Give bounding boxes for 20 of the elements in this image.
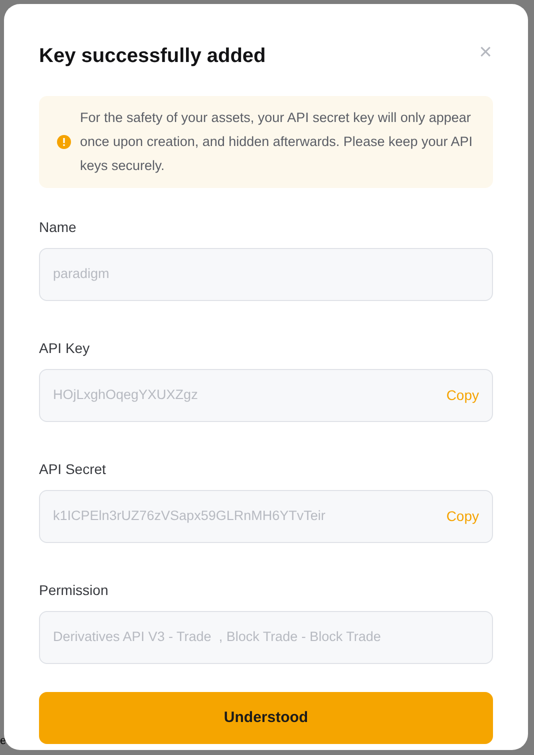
background-text: e — [0, 736, 6, 747]
field-label: Name — [39, 218, 78, 236]
field-value: k1ICPEln3rUZ76zVSapx59GLRnMH6YTvTeir — [53, 507, 326, 526]
field-value: Derivatives API V3 - Trade , Block Trade - Block Trade — [53, 628, 381, 646]
warning-icon — [57, 135, 71, 149]
field-value: paradigm — [53, 265, 110, 284]
text-field[interactable]: HOjLxghOqegYXUXZgz Copy — [39, 369, 493, 422]
text-field[interactable]: k1ICPEln3rUZ76zVSapx59GLRnMH6YTvTeir Copy — [39, 490, 493, 543]
text-field[interactable]: Derivatives API V3 - Trade , Block Trade - Block Trade — [39, 611, 493, 664]
notice-text: For the safety of your assets, your API secret key will only appear once upon creation, and hidden afterwards. Please keep your API keys securely. — [80, 109, 474, 175]
understood-button[interactable]: Understood — [39, 692, 493, 744]
field-label: API Secret — [39, 460, 107, 478]
text-field[interactable]: paradigm — [39, 248, 493, 301]
field-label: API Key — [39, 339, 91, 357]
copy-button[interactable]: Copy — [446, 506, 479, 527]
field-label: Permission — [39, 581, 110, 599]
copy-button[interactable]: Copy — [446, 385, 479, 406]
field-value: HOjLxghOqegYXUXZgz — [53, 386, 198, 404]
dialog-title: Key successfully added — [39, 44, 266, 68]
close-button[interactable]: × — [479, 43, 492, 61]
